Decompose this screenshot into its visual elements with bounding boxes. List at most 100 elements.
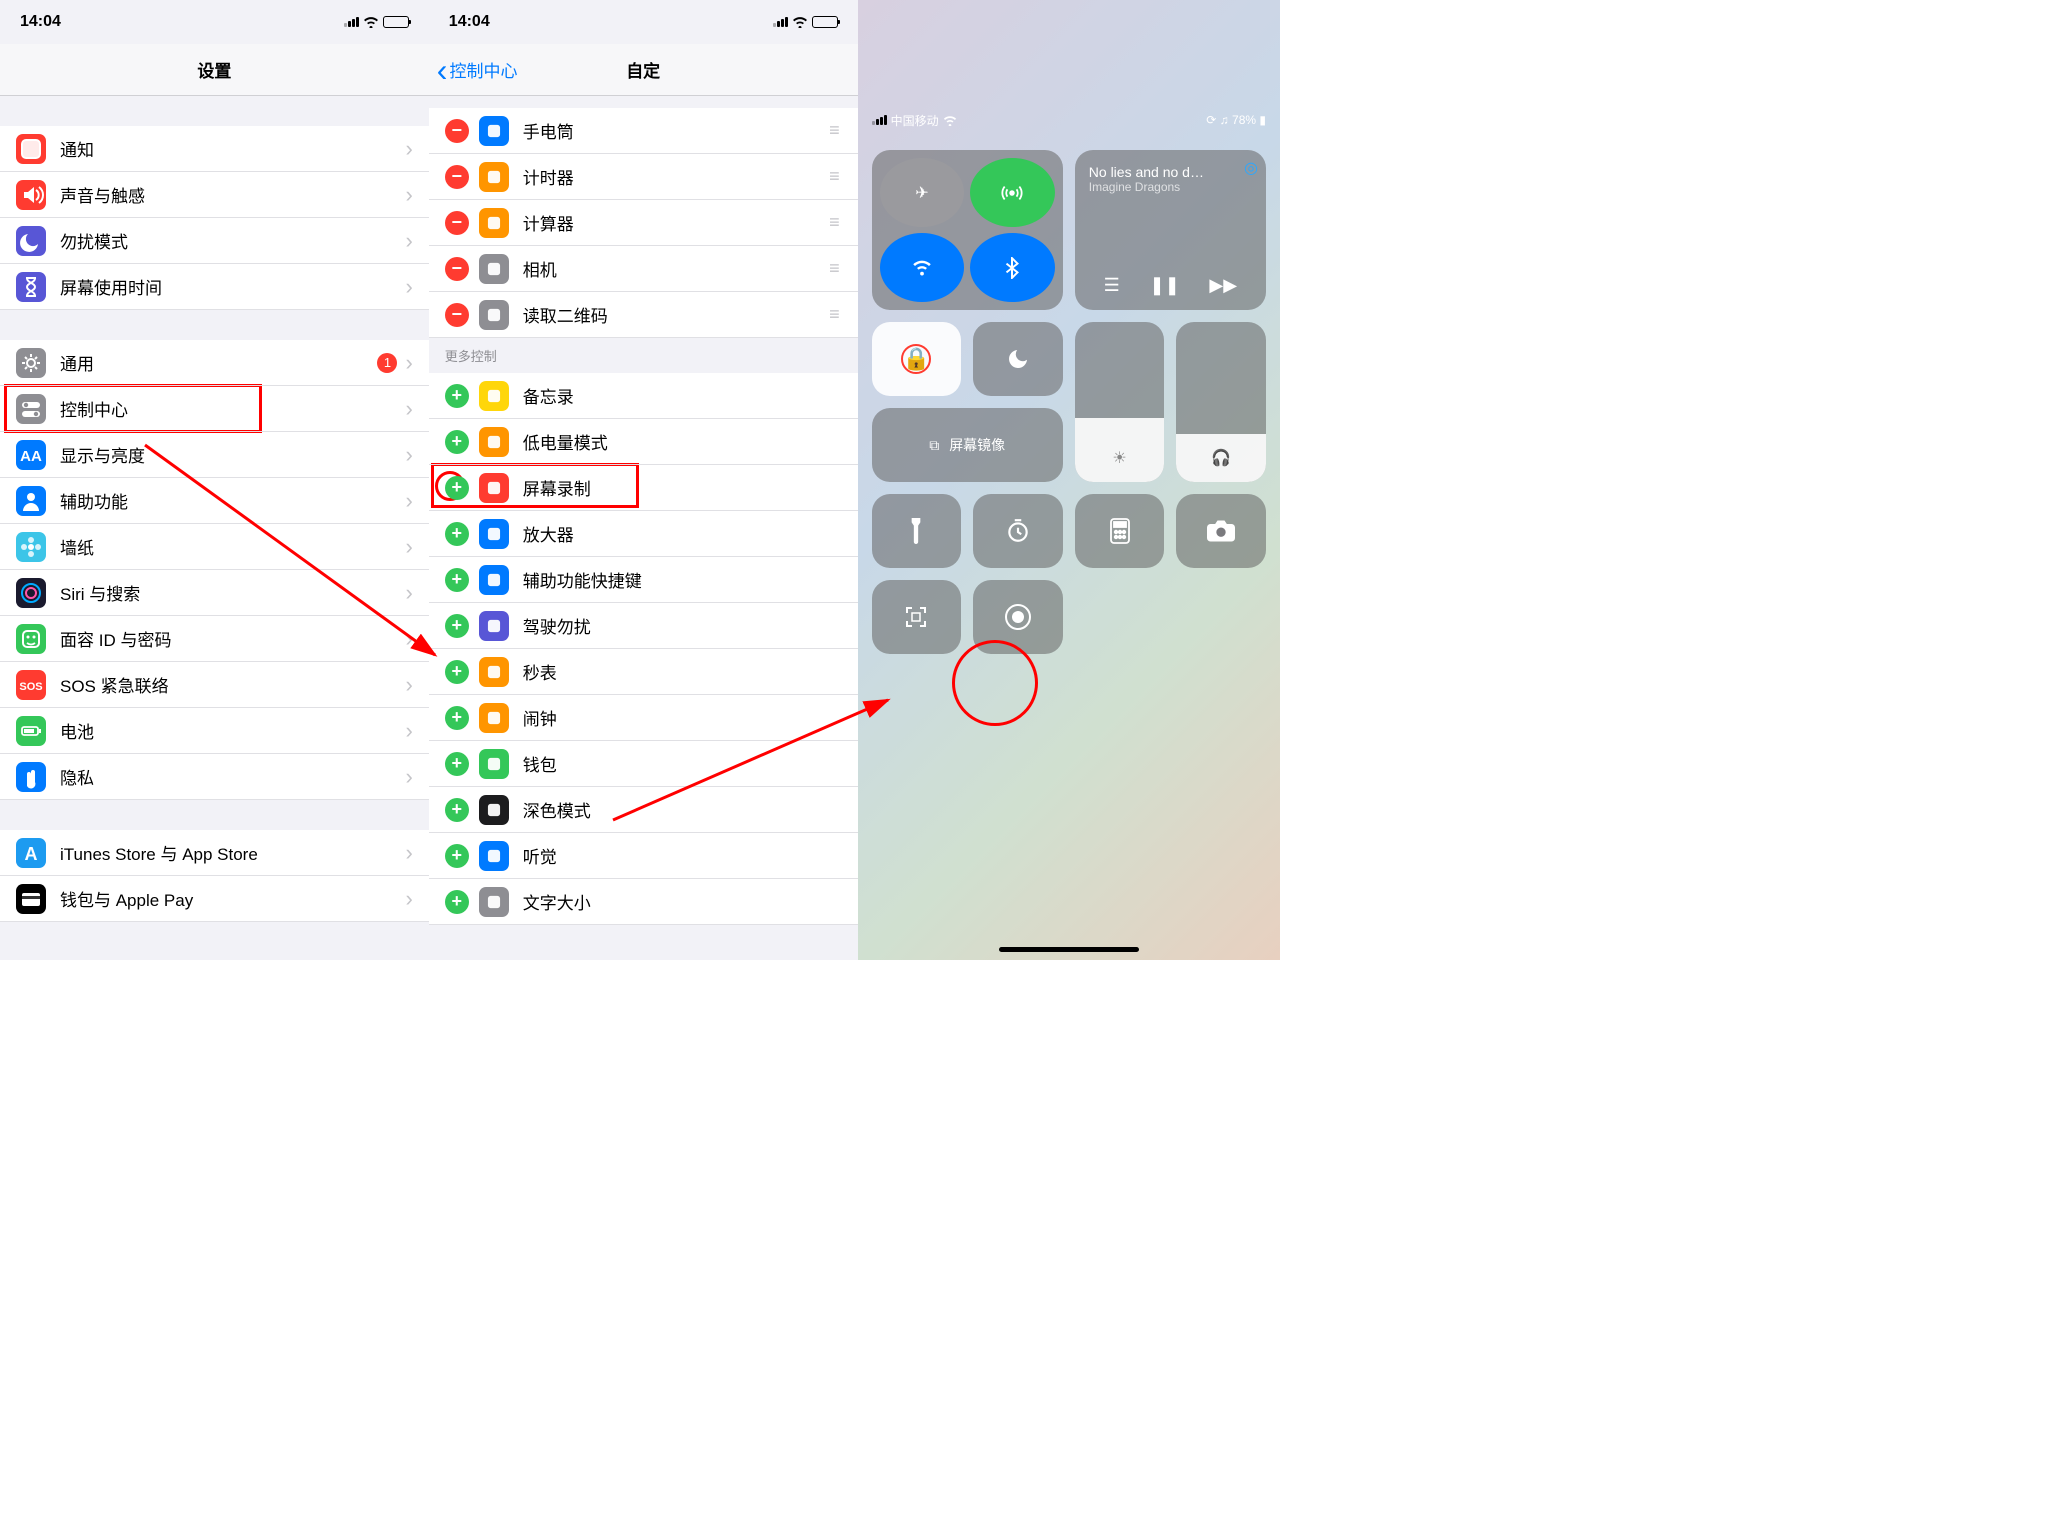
settings-row-group2-1[interactable]: 控制中心› [0,386,429,432]
settings-row-group1-1[interactable]: 声音与触感› [0,172,429,218]
back-button[interactable]: 控制中心 [437,57,518,82]
brightness-icon: ☀ [1112,448,1126,468]
drag-handle-icon[interactable]: ≡ [829,258,842,279]
control-row-more-4[interactable]: +辅助功能快捷键 [429,557,858,603]
signal-icon [773,17,788,27]
chevron-right-icon: › [405,764,412,790]
row-label: 控制中心 [60,396,405,421]
add-button[interactable]: + [445,660,469,684]
bluetooth-toggle[interactable] [970,233,1055,302]
control-row-included-3[interactable]: −相机≡ [429,246,858,292]
status-time: 14:04 [20,13,344,31]
control-icon [479,841,509,871]
control-row-more-2[interactable]: +屏幕录制 [429,465,858,511]
drag-handle-icon[interactable]: ≡ [829,304,842,325]
camera-tile[interactable] [1176,494,1266,568]
drag-handle-icon[interactable]: ≡ [829,212,842,233]
control-row-more-11[interactable]: + 文字大小 [429,879,858,925]
brightness-slider[interactable]: ☀ [1075,322,1165,482]
timer-tile[interactable] [973,494,1063,568]
connectivity-tile[interactable]: ✈ [872,150,1063,310]
add-button[interactable]: + [445,798,469,822]
status-bar: 14:04 [429,0,858,44]
control-row-more-5[interactable]: +驾驶勿扰 [429,603,858,649]
control-icon [479,519,509,549]
control-row-more-9[interactable]: +深色模式 [429,787,858,833]
settings-row-group3-1[interactable]: 钱包与 Apple Pay› [0,876,429,922]
add-button[interactable]: + [445,844,469,868]
remove-button[interactable]: − [445,303,469,327]
control-row-more-1[interactable]: +低电量模式 [429,419,858,465]
control-row-more-7[interactable]: +闹钟 [429,695,858,741]
row-label: SOS 紧急联络 [60,672,405,697]
airpods-icon: 🎧 [1211,448,1231,468]
settings-row-group2-4[interactable]: 墙纸› [0,524,429,570]
remove-button[interactable]: − [445,211,469,235]
status-right: ⟳ ♫ 78% ▮ [1206,113,1266,127]
control-row-included-0[interactable]: −手电筒≡ [429,108,858,154]
control-row-more-10[interactable]: +听觉 [429,833,858,879]
screen-mirroring-tile[interactable]: ⧉ 屏幕镜像 [872,408,1063,482]
next-icon[interactable]: ▶▶ [1209,275,1237,296]
settings-row-group3-0[interactable]: AiTunes Store 与 App Store› [0,830,429,876]
pause-icon[interactable]: ❚❚ [1150,275,1180,296]
cellular-toggle[interactable] [970,158,1055,227]
control-row-more-3[interactable]: +放大器 [429,511,858,557]
control-row-included-4[interactable]: −读取二维码≡ [429,292,858,338]
control-row-more-0[interactable]: +备忘录 [429,373,858,419]
battery-icon [812,16,838,28]
add-button[interactable]: + [445,706,469,730]
control-row-more-6[interactable]: +秒表 [429,649,858,695]
airplay-icon[interactable]: ◎ [1244,158,1258,178]
home-indicator[interactable] [999,947,1139,952]
add-button[interactable]: + [445,568,469,592]
settings-row-group1-3[interactable]: 屏幕使用时间› [0,264,429,310]
settings-row-group2-6[interactable]: 面容 ID 与密码› [0,616,429,662]
row-label: 墙纸 [60,534,405,559]
orientation-lock-tile[interactable]: 🔒 [872,322,962,396]
volume-slider[interactable]: 🎧 [1176,322,1266,482]
add-button[interactable]: + [445,430,469,454]
qr-tile[interactable] [872,580,962,654]
remove-button[interactable]: − [445,257,469,281]
control-row-included-2[interactable]: −计算器≡ [429,200,858,246]
control-icon [479,300,509,330]
settings-row-group2-3[interactable]: 辅助功能› [0,478,429,524]
settings-row-group1-0[interactable]: 通知› [0,126,429,172]
add-button[interactable]: + [445,890,469,914]
dnd-tile[interactable] [973,322,1063,396]
siri-icon [16,578,46,608]
media-tile[interactable]: ◎ No lies and no d… Imagine Dragons ☰ ❚❚… [1075,150,1266,310]
control-icon [479,116,509,146]
control-row-included-1[interactable]: −计时器≡ [429,154,858,200]
airplane-toggle[interactable]: ✈ [880,158,965,227]
add-button[interactable]: + [445,752,469,776]
settings-row-group1-2[interactable]: 勿扰模式› [0,218,429,264]
control-icon [479,749,509,779]
add-button[interactable]: + [445,614,469,638]
remove-button[interactable]: − [445,165,469,189]
notification-badge: 1 [377,353,397,373]
settings-row-group2-7[interactable]: SOSSOS 紧急联络› [0,662,429,708]
add-button[interactable]: + [445,384,469,408]
calculator-tile[interactable] [1075,494,1165,568]
settings-row-group2-5[interactable]: Siri 与搜索› [0,570,429,616]
wifi-toggle[interactable] [880,233,965,302]
add-button[interactable]: + [445,522,469,546]
control-label: 文字大小 [523,889,842,914]
drag-handle-icon[interactable]: ≡ [829,166,842,187]
settings-row-group2-2[interactable]: AA显示与亮度› [0,432,429,478]
control-row-more-8[interactable]: +钱包 [429,741,858,787]
settings-row-group2-0[interactable]: 通用1› [0,340,429,386]
screen-record-tile[interactable] [973,580,1063,654]
settings-row-group2-9[interactable]: 隐私› [0,754,429,800]
remove-button[interactable]: − [445,119,469,143]
drag-handle-icon[interactable]: ≡ [829,120,842,141]
flashlight-tile[interactable] [872,494,962,568]
add-button[interactable]: + [445,476,469,500]
control-icon [479,162,509,192]
menu-icon[interactable]: ☰ [1104,275,1120,296]
customize-screen: 14:04 控制中心 自定 −手电筒≡−计时器≡−计算器≡−相机≡−读取二维码≡… [429,0,858,960]
settings-row-group2-8[interactable]: 电池› [0,708,429,754]
AA-icon: AA [16,440,46,470]
